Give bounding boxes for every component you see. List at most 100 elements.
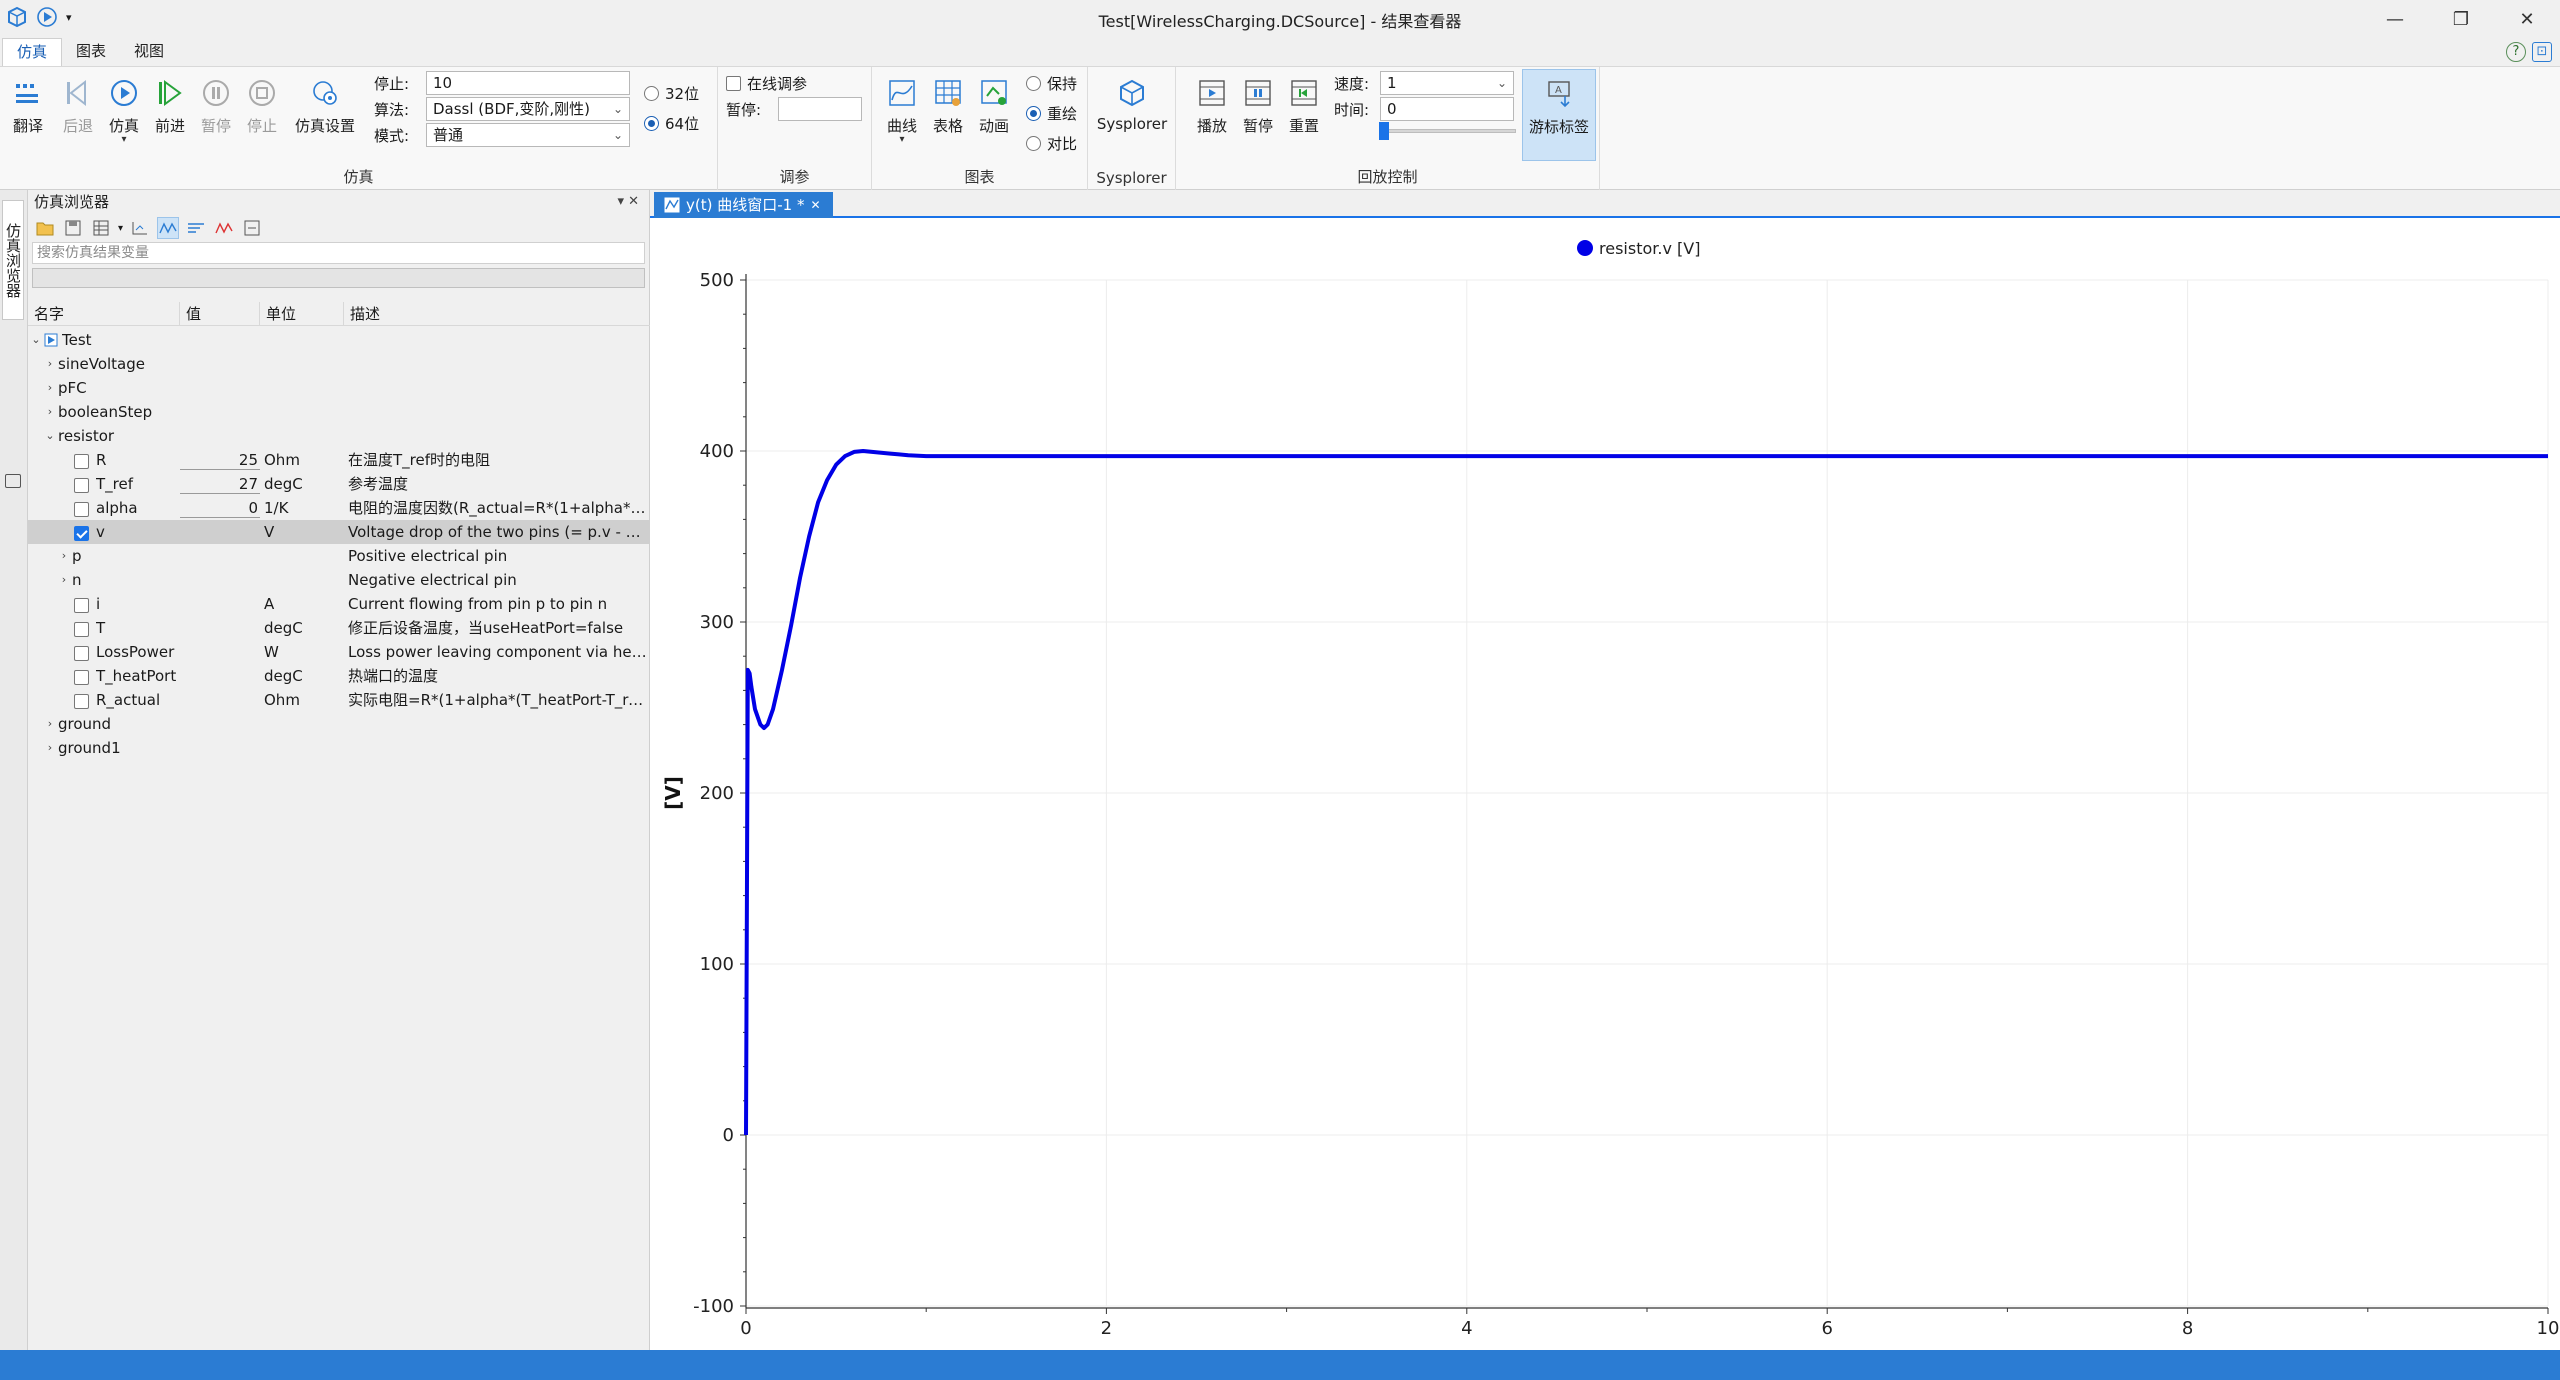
- variable-name: T_ref: [96, 475, 134, 493]
- tree-row[interactable]: R 25 Ohm 在温度T_ref时的电阻: [28, 448, 650, 472]
- forward-button[interactable]: 前进: [148, 73, 192, 153]
- simulation-settings-button[interactable]: 仿真设置: [290, 73, 360, 153]
- tree-row[interactable]: › booleanStep: [28, 400, 650, 424]
- parameter-value-input[interactable]: 25: [180, 450, 260, 470]
- back-button[interactable]: 后退: [56, 73, 100, 153]
- pin-ribbon-icon[interactable]: ⊡: [2532, 42, 2552, 62]
- chevron-down-icon[interactable]: ⌄: [44, 424, 56, 448]
- variable-checkbox[interactable]: [74, 598, 89, 613]
- vertical-tab-sim-browser[interactable]: 仿真浏览器: [2, 200, 24, 320]
- curve-button[interactable]: 曲线 ▾: [880, 73, 924, 153]
- search-input[interactable]: 搜索仿真结果变量: [32, 242, 645, 264]
- variable-checkbox[interactable]: [74, 502, 89, 517]
- tree-row[interactable]: v V Voltage drop of the two pins (= p.v - …: [28, 520, 650, 544]
- algorithm-select[interactable]: Dassl (BDF,变阶,刚性) ⌄: [426, 97, 630, 121]
- play-button[interactable]: 播放: [1190, 73, 1234, 153]
- variable-checkbox[interactable]: [74, 454, 89, 469]
- tree-row[interactable]: › ground: [28, 712, 650, 736]
- open-folder-icon[interactable]: [34, 217, 56, 239]
- simulate-button[interactable]: 仿真 ▾: [102, 73, 146, 153]
- online-tuning-checkbox[interactable]: 在线调参: [726, 73, 807, 94]
- tree-row[interactable]: › n Negative electrical pin: [28, 568, 650, 592]
- chevron-right-icon[interactable]: ›: [44, 736, 56, 760]
- parameter-value-input[interactable]: 0: [180, 498, 260, 518]
- cursor-label-button[interactable]: A 游标标签: [1522, 69, 1596, 161]
- tab-chart[interactable]: 图表: [62, 38, 120, 66]
- animation-button[interactable]: 动画: [972, 73, 1016, 153]
- variable-checkbox[interactable]: [74, 670, 89, 685]
- save-icon[interactable]: [62, 217, 84, 239]
- reset-button[interactable]: 重置: [1282, 73, 1326, 153]
- tree-row[interactable]: R_actual Ohm 实际电阻=R*(1+alpha*(T_heatPort-T…: [28, 688, 650, 712]
- tree-row[interactable]: ⌄ resistor: [28, 424, 650, 448]
- panel-toggle-icon[interactable]: [5, 474, 21, 488]
- restore-button[interactable]: ❐: [2428, 0, 2494, 38]
- minimize-button[interactable]: —: [2362, 0, 2428, 38]
- variable-checkbox[interactable]: [74, 622, 89, 637]
- collapse-all-icon[interactable]: [241, 217, 263, 239]
- mode-select[interactable]: 普通 ⌄: [426, 123, 630, 147]
- chevron-right-icon[interactable]: ›: [58, 568, 70, 592]
- radio-compare[interactable]: 对比: [1026, 133, 1077, 154]
- tree-row[interactable]: › p Positive electrical pin: [28, 544, 650, 568]
- chevron-down-icon[interactable]: ⌄: [30, 328, 42, 352]
- tree-row[interactable]: T_heatPort degC 热端口的温度: [28, 664, 650, 688]
- tab-view[interactable]: 视图: [120, 38, 178, 66]
- radio-64bit[interactable]: 64位: [644, 113, 699, 134]
- table-button[interactable]: 表格: [926, 73, 970, 153]
- variable-checkbox[interactable]: [74, 526, 89, 541]
- line-chart[interactable]: -100 0 100 200 300 400 500 0 2 4 6 8 10 [V] resistor.v…: [650, 218, 2560, 1350]
- stop-button[interactable]: 停止: [240, 73, 284, 153]
- column-name[interactable]: 名字: [28, 302, 180, 325]
- chevron-right-icon[interactable]: ›: [44, 712, 56, 736]
- translate-button[interactable]: 翻译: [6, 73, 50, 153]
- chevron-right-icon[interactable]: ›: [44, 376, 56, 400]
- plot-area[interactable]: -100 0 100 200 300 400 500 0 2 4 6 8 10 [V] resistor.v…: [650, 218, 2560, 1350]
- close-button[interactable]: ✕: [2494, 0, 2560, 38]
- help-icon[interactable]: ?: [2506, 42, 2526, 62]
- export-dropdown-icon[interactable]: ▾: [118, 223, 123, 234]
- radio-redraw[interactable]: 重绘: [1026, 103, 1077, 124]
- variable-checkbox[interactable]: [74, 478, 89, 493]
- panel-header-buttons[interactable]: ▾ ✕: [617, 190, 639, 214]
- filter-icon[interactable]: [185, 217, 207, 239]
- tree-row[interactable]: LossPower W Loss power leaving component v…: [28, 640, 650, 664]
- tree-row[interactable]: TdegC 修正后设备温度，当useHeatPort=false: [28, 616, 650, 640]
- chevron-right-icon[interactable]: ›: [58, 544, 70, 568]
- time-slider[interactable]: [1379, 122, 1516, 140]
- show-curves-icon[interactable]: [157, 217, 180, 239]
- radio-keep[interactable]: 保持: [1026, 73, 1077, 94]
- compare-curves-icon[interactable]: [213, 217, 235, 239]
- stop-time-input[interactable]: 10: [426, 71, 630, 95]
- time-slider-handle[interactable]: [1379, 122, 1389, 140]
- tree-row[interactable]: alpha 0 1/K 电阻的温度因数(R_actual=R*(1+alpha*(T.…: [28, 496, 650, 520]
- tree-row[interactable]: › ground1: [28, 736, 650, 760]
- export-icon[interactable]: [90, 217, 112, 239]
- tree-row[interactable]: i A Current flowing from pin p to pin n: [28, 592, 650, 616]
- column-value[interactable]: 值: [180, 302, 260, 325]
- tab-simulation[interactable]: 仿真: [2, 38, 63, 66]
- radio-32bit[interactable]: 32位: [644, 83, 699, 104]
- column-unit[interactable]: 单位: [260, 302, 344, 325]
- column-description[interactable]: 描述: [344, 302, 650, 325]
- tree-row[interactable]: › sineVoltage: [28, 352, 650, 376]
- time-input[interactable]: 0: [1380, 97, 1514, 121]
- variable-checkbox[interactable]: [74, 694, 89, 709]
- chevron-right-icon[interactable]: ›: [44, 400, 56, 424]
- playback-pause-button[interactable]: 暂停: [1236, 73, 1280, 153]
- filter-bar[interactable]: [32, 268, 645, 288]
- tab-curve-window-1[interactable]: y(t) 曲线窗口-1 * ✕: [654, 192, 833, 218]
- sort-icon[interactable]: [129, 217, 151, 239]
- tree-row[interactable]: › pFC: [28, 376, 650, 400]
- pause-button[interactable]: 暂停: [194, 73, 238, 153]
- sysplorer-button[interactable]: Sysplorer: [1094, 73, 1170, 153]
- chevron-right-icon[interactable]: ›: [44, 352, 56, 376]
- variable-checkbox[interactable]: [74, 646, 89, 661]
- tree-row[interactable]: ⌄ Test: [28, 328, 650, 352]
- close-tab-icon[interactable]: ✕: [810, 192, 820, 218]
- parameter-value-input[interactable]: 27: [180, 474, 260, 494]
- legend-marker: [1577, 240, 1593, 256]
- speed-select[interactable]: 1 ⌄: [1380, 71, 1514, 95]
- tuning-pause-input[interactable]: [778, 97, 862, 121]
- tree-row[interactable]: T_ref 27 degC 参考温度: [28, 472, 650, 496]
